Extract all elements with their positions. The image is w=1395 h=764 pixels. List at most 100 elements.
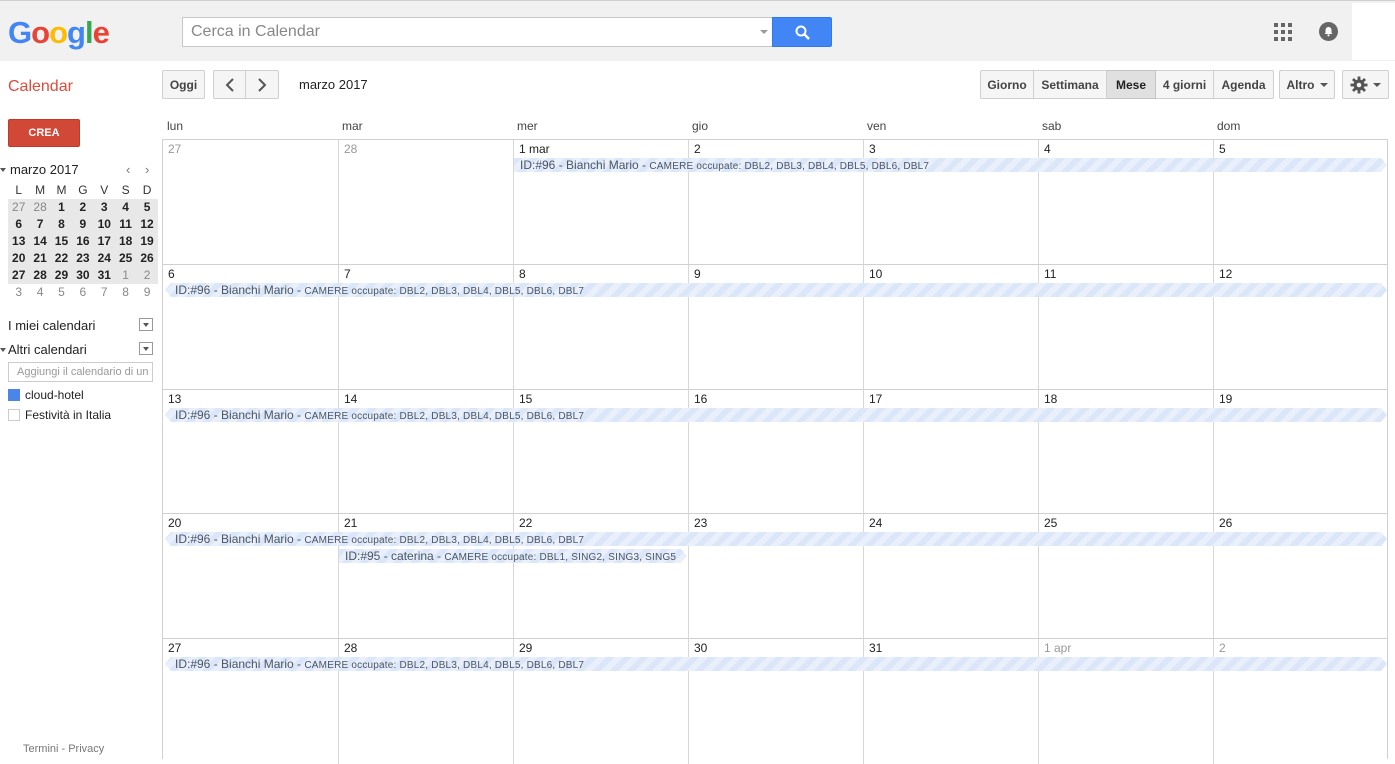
mini-day[interactable]: 8 xyxy=(115,284,136,301)
day-number[interactable]: 13 xyxy=(168,392,181,406)
more-button[interactable]: Altro xyxy=(1279,70,1335,99)
calendar-color-swatch[interactable] xyxy=(8,389,20,401)
day-number[interactable]: 9 xyxy=(694,267,701,281)
search-button[interactable] xyxy=(772,17,832,47)
view-week-button[interactable]: Settimana xyxy=(1034,70,1107,99)
day-number[interactable]: 1 mar xyxy=(519,142,550,156)
mini-day[interactable]: 28 xyxy=(29,267,50,284)
day-number[interactable]: 21 xyxy=(344,516,357,530)
mini-day[interactable]: 22 xyxy=(51,250,72,267)
calendar-item-holidays[interactable]: Festività in Italia xyxy=(8,408,111,422)
mini-day[interactable]: 18 xyxy=(115,233,136,250)
mini-day[interactable]: 31 xyxy=(94,267,115,284)
view-4days-button[interactable]: 4 giorni xyxy=(1156,70,1214,99)
mini-day[interactable]: 5 xyxy=(136,199,157,216)
add-calendar-input[interactable] xyxy=(8,362,153,382)
calendar-item-cloud-hotel[interactable]: cloud-hotel xyxy=(8,388,84,402)
mini-day[interactable]: 10 xyxy=(94,216,115,233)
view-agenda-button[interactable]: Agenda xyxy=(1214,70,1274,99)
search-input[interactable] xyxy=(183,18,743,46)
calendar-event[interactable]: ID:#96 - Bianchi Mario - CAMERE occupate… xyxy=(514,158,1387,172)
mini-calendar-title[interactable]: marzo 2017 xyxy=(10,162,79,177)
footer-links[interactable]: Termini - Privacy xyxy=(23,743,104,755)
next-button[interactable] xyxy=(245,70,279,99)
mini-day[interactable]: 6 xyxy=(72,284,93,301)
account-area[interactable] xyxy=(1352,3,1395,60)
mini-day[interactable]: 26 xyxy=(136,250,157,267)
mini-day[interactable]: 30 xyxy=(72,267,93,284)
day-number[interactable]: 28 xyxy=(344,142,357,156)
day-number[interactable]: 7 xyxy=(344,267,351,281)
collapse-arrow-icon[interactable] xyxy=(0,348,6,352)
mini-day[interactable]: 6 xyxy=(8,216,29,233)
day-number[interactable]: 3 xyxy=(869,142,876,156)
calendar-event[interactable]: ID:#96 - Bianchi Mario - CAMERE occupate… xyxy=(165,408,1387,422)
mini-day[interactable]: 4 xyxy=(29,284,50,301)
mini-day[interactable]: 7 xyxy=(29,216,50,233)
calendar-event[interactable]: ID:#96 - Bianchi Mario - CAMERE occupate… xyxy=(165,283,1387,297)
day-number[interactable]: 11 xyxy=(1044,267,1056,281)
day-number[interactable]: 26 xyxy=(1219,516,1232,530)
day-number[interactable]: 23 xyxy=(694,516,707,530)
day-number[interactable]: 8 xyxy=(519,267,526,281)
view-month-button[interactable]: Mese xyxy=(1107,70,1156,99)
mini-day[interactable]: 2 xyxy=(72,199,93,216)
calendar-event[interactable]: ID:#96 - Bianchi Mario - CAMERE occupate… xyxy=(165,657,1387,671)
mini-day[interactable]: 27 xyxy=(8,267,29,284)
mini-day[interactable]: 15 xyxy=(51,233,72,250)
calendar-event[interactable]: ID:#95 - caterina - CAMERE occupate: DBL… xyxy=(339,549,687,563)
settings-button[interactable] xyxy=(1342,70,1389,99)
mini-day[interactable]: 14 xyxy=(29,233,50,250)
day-number[interactable]: 4 xyxy=(1044,142,1051,156)
app-title[interactable]: Calendar xyxy=(8,78,73,96)
day-number[interactable]: 24 xyxy=(869,516,882,530)
mini-day[interactable]: 25 xyxy=(115,250,136,267)
mini-day[interactable]: 12 xyxy=(136,216,157,233)
mini-day[interactable]: 1 xyxy=(115,267,136,284)
day-number[interactable]: 27 xyxy=(168,641,181,655)
mini-day[interactable]: 23 xyxy=(72,250,93,267)
notifications-bell-icon[interactable] xyxy=(1319,22,1338,41)
apps-grid-icon[interactable] xyxy=(1274,23,1292,41)
other-calendars-dropdown[interactable] xyxy=(139,342,153,355)
mini-day[interactable]: 5 xyxy=(51,284,72,301)
day-number[interactable]: 25 xyxy=(1044,516,1057,530)
other-calendars-label[interactable]: Altri calendari xyxy=(8,342,87,357)
day-number[interactable]: 10 xyxy=(869,267,882,281)
create-button[interactable]: CREA xyxy=(8,119,80,147)
mini-day[interactable]: 19 xyxy=(136,233,157,250)
mini-prev-chevron-icon[interactable]: ‹ xyxy=(126,162,130,177)
google-logo[interactable]: Google xyxy=(8,15,110,51)
mini-day[interactable]: 16 xyxy=(72,233,93,250)
day-number[interactable]: 5 xyxy=(1219,142,1226,156)
day-number[interactable]: 22 xyxy=(519,516,532,530)
mini-day[interactable]: 3 xyxy=(8,284,29,301)
day-number[interactable]: 27 xyxy=(168,142,181,156)
day-number[interactable]: 14 xyxy=(344,392,357,406)
mini-day[interactable]: 2 xyxy=(136,267,157,284)
day-number[interactable]: 30 xyxy=(694,641,707,655)
my-calendars-dropdown[interactable] xyxy=(139,318,153,331)
mini-day[interactable]: 1 xyxy=(51,199,72,216)
day-number[interactable]: 17 xyxy=(869,392,882,406)
mini-day[interactable]: 20 xyxy=(8,250,29,267)
day-number[interactable]: 2 xyxy=(1219,641,1226,655)
mini-day[interactable]: 13 xyxy=(8,233,29,250)
mini-day[interactable]: 7 xyxy=(94,284,115,301)
day-number[interactable]: 20 xyxy=(168,516,181,530)
day-cell[interactable]: 27 xyxy=(163,140,338,265)
day-number[interactable]: 18 xyxy=(1044,392,1057,406)
previous-button[interactable] xyxy=(213,70,246,99)
mini-day[interactable]: 24 xyxy=(94,250,115,267)
mini-day[interactable]: 8 xyxy=(51,216,72,233)
day-number[interactable]: 1 apr xyxy=(1044,641,1071,655)
mini-day[interactable]: 29 xyxy=(51,267,72,284)
day-number[interactable]: 31 xyxy=(869,641,882,655)
view-day-button[interactable]: Giorno xyxy=(980,70,1034,99)
my-calendars-label[interactable]: I miei calendari xyxy=(8,318,95,333)
day-number[interactable]: 12 xyxy=(1219,267,1232,281)
mini-day[interactable]: 27 xyxy=(8,199,29,216)
day-number[interactable]: 6 xyxy=(168,267,175,281)
mini-day[interactable]: 3 xyxy=(94,199,115,216)
mini-day[interactable]: 9 xyxy=(136,284,157,301)
